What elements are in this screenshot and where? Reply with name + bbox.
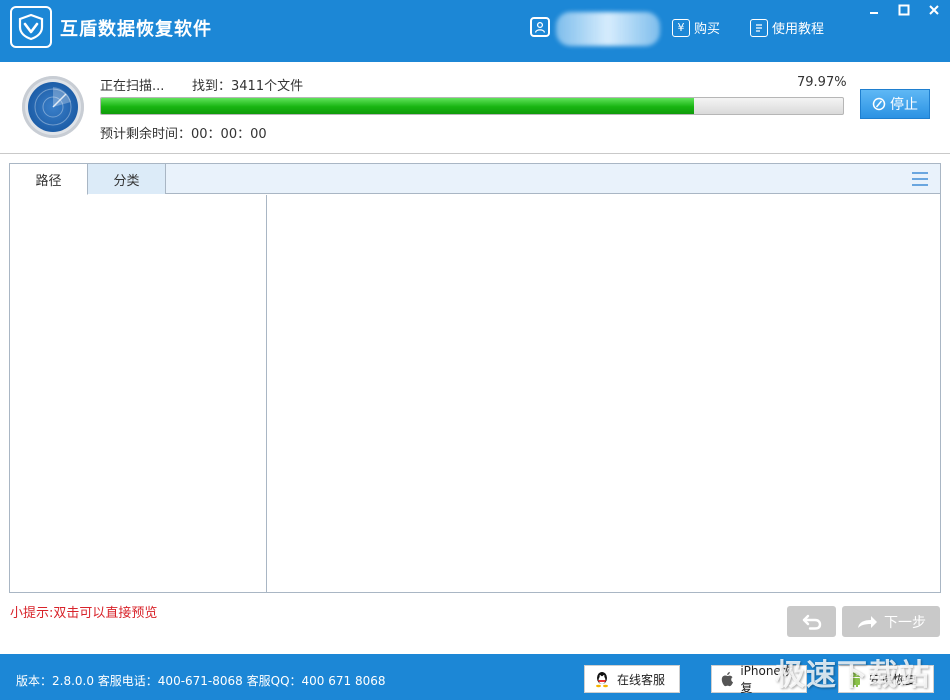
user-icon[interactable] bbox=[530, 17, 550, 37]
buy-label: 购买 bbox=[694, 22, 721, 37]
close-icon bbox=[929, 5, 939, 15]
scan-status-text: 正在扫描... bbox=[100, 79, 165, 94]
app-title: 互盾数据恢复软件 bbox=[60, 19, 212, 40]
next-step-label: 下一步 bbox=[884, 614, 926, 631]
online-service-button[interactable]: 在线客服 bbox=[584, 665, 680, 693]
undo-arrow-icon bbox=[802, 614, 821, 630]
buy-link[interactable]: ¥ 购买 bbox=[672, 18, 720, 37]
maximize-icon bbox=[898, 4, 910, 16]
tutorial-link[interactable]: 使用教程 bbox=[750, 18, 824, 37]
next-step-button[interactable]: 下一步 bbox=[842, 606, 940, 637]
scan-panel: 正在扫描... 找到：3411个文件 79.97% 预计剩余时间：00：00：0… bbox=[0, 62, 950, 154]
minimize-button[interactable] bbox=[860, 0, 888, 20]
progress-percent: 79.97% bbox=[797, 75, 847, 90]
stop-label: 停止 bbox=[890, 97, 918, 113]
apple-icon bbox=[721, 671, 733, 687]
footer-info: 版本：2.8.0.0 客服电话：400-671-8068 客服QQ：400 67… bbox=[16, 674, 386, 688]
tab-category-label: 分类 bbox=[113, 173, 140, 189]
online-service-label: 在线客服 bbox=[617, 672, 666, 687]
title-bar: 互盾数据恢复软件 ¥ 购买 使用教程 bbox=[0, 0, 950, 62]
forward-arrow-icon bbox=[858, 615, 877, 628]
folder-tree-pane[interactable] bbox=[10, 195, 267, 592]
scan-progress-bar bbox=[100, 97, 844, 115]
found-count: 找到：3411个文件 bbox=[192, 79, 304, 94]
tab-path[interactable]: 路径 bbox=[10, 164, 88, 195]
close-button[interactable] bbox=[920, 0, 948, 20]
scan-progress-fill bbox=[101, 98, 695, 114]
yen-icon: ¥ bbox=[672, 18, 690, 37]
qq-penguin-icon bbox=[596, 672, 608, 688]
tab-path-label: 路径 bbox=[35, 173, 62, 189]
file-list-pane[interactable] bbox=[268, 195, 940, 592]
results-panel: 路径 分类 bbox=[9, 163, 941, 593]
watermark-text: 极速下载站 bbox=[775, 658, 930, 693]
stop-button[interactable]: 停止 bbox=[860, 89, 930, 119]
tab-category[interactable]: 分类 bbox=[88, 164, 166, 194]
minimize-icon bbox=[870, 12, 878, 14]
book-icon bbox=[750, 18, 768, 37]
remaining-time: 预计剩余时间：00：00：00 bbox=[100, 127, 267, 142]
stop-icon bbox=[872, 97, 886, 111]
tab-bar: 路径 分类 bbox=[10, 164, 940, 195]
menu-icon[interactable] bbox=[912, 172, 928, 186]
back-button[interactable] bbox=[787, 606, 836, 637]
tip-text: 小提示:双击可以直接预览 bbox=[10, 606, 158, 621]
tutorial-label: 使用教程 bbox=[772, 22, 825, 37]
username-blurred[interactable] bbox=[556, 12, 660, 46]
maximize-button[interactable] bbox=[890, 0, 918, 20]
radar-scan-icon bbox=[22, 76, 84, 138]
app-logo-icon bbox=[10, 6, 52, 48]
